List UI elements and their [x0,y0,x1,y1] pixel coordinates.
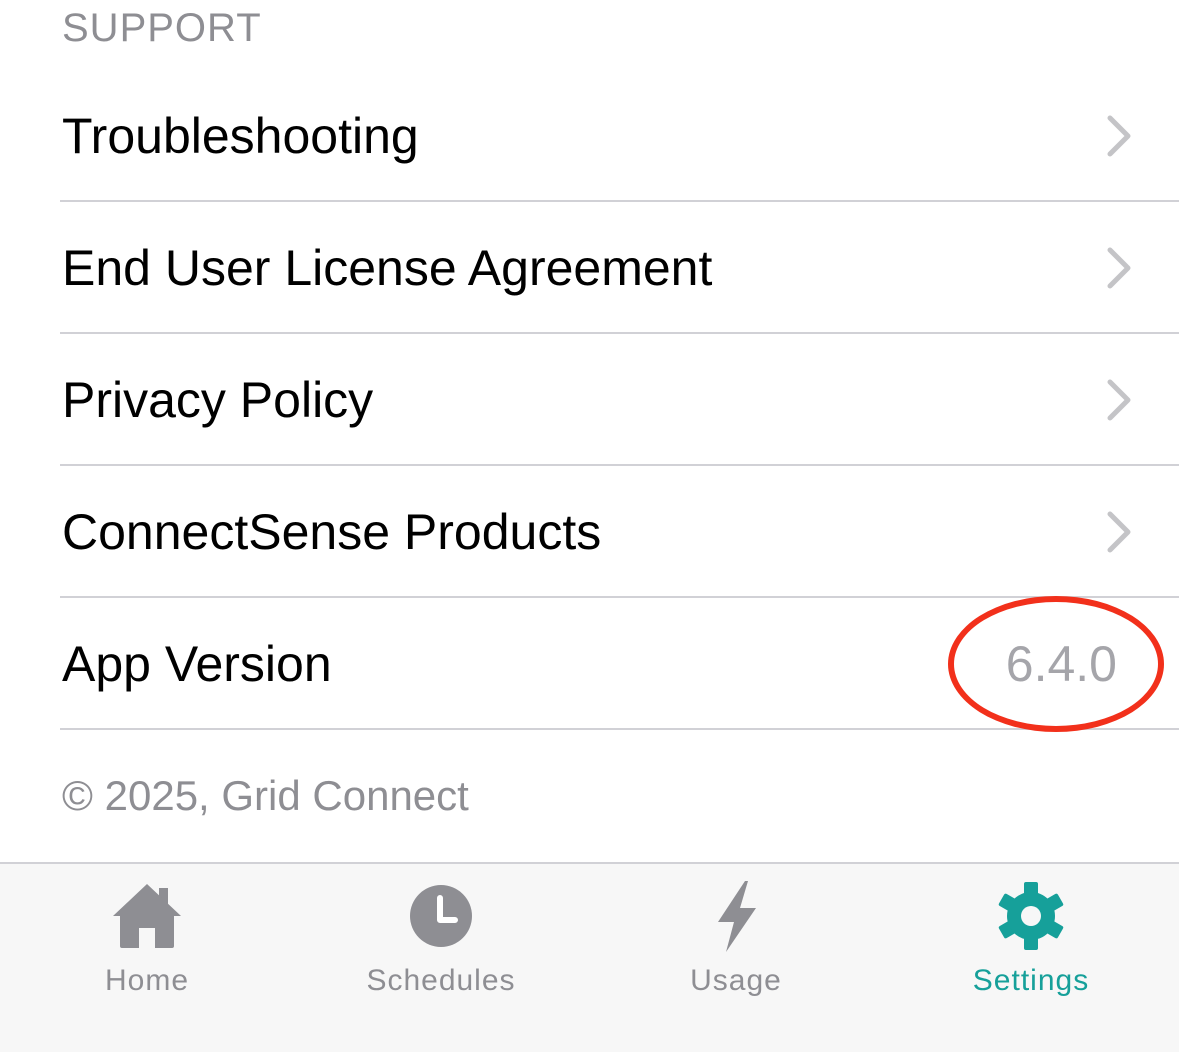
clock-icon [410,885,472,947]
tab-schedules[interactable]: Schedules [294,864,588,1052]
tab-label: Schedules [366,964,516,997]
chevron-right-icon [1107,379,1131,421]
tab-label: Usage [690,964,782,997]
row-app-version: App Version 6.4.0 [0,598,1179,730]
row-label: App Version [62,636,332,692]
chevron-right-icon [1107,511,1131,553]
section-header-support: SUPPORT [62,6,262,50]
tab-home[interactable]: Home [0,864,294,1052]
row-divider [60,728,1179,730]
support-list: Troubleshooting End User License Agreeme… [0,70,1179,730]
row-eula[interactable]: End User License Agreement [0,202,1179,334]
row-troubleshooting[interactable]: Troubleshooting [0,70,1179,202]
tab-usage[interactable]: Usage [589,864,883,1052]
chevron-right-icon [1107,115,1131,157]
settings-screen: SUPPORT Troubleshooting End User License… [0,0,1179,1052]
row-label: Troubleshooting [62,108,419,164]
copyright-text: © 2025, Grid Connect [62,772,469,819]
row-privacy-policy[interactable]: Privacy Policy [0,334,1179,466]
home-icon [113,884,181,948]
gear-icon [998,882,1064,950]
row-label: Privacy Policy [62,372,374,428]
row-label: End User License Agreement [62,240,713,296]
tab-label: Home [104,964,190,997]
app-version-value: 6.4.0 [1005,636,1117,692]
tab-settings[interactable]: Settings [884,864,1178,1052]
lightning-bolt-icon [718,881,756,952]
tab-bar: Home Schedules Usage Settings [0,862,1179,1052]
tab-label: Settings [972,964,1090,997]
row-connectsense-products[interactable]: ConnectSense Products [0,466,1179,598]
chevron-right-icon [1107,247,1131,289]
row-label: ConnectSense Products [62,504,602,560]
